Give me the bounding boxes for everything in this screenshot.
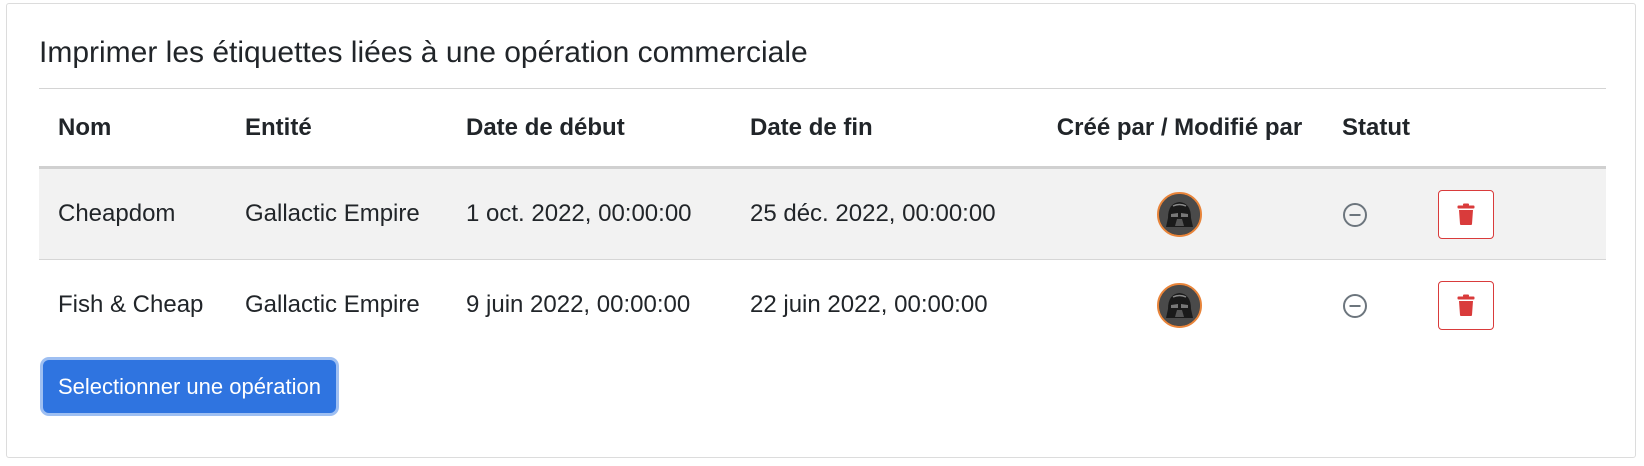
column-header-creator: Créé par / Modifié par: [1025, 89, 1334, 169]
trash-icon: [1457, 294, 1475, 316]
cell-status: [1334, 167, 1438, 260]
cell-actions: [1438, 260, 1606, 351]
operations-card: Imprimer les étiquettes liées à une opér…: [6, 3, 1636, 458]
minus-circle-icon: [1342, 293, 1368, 319]
cell-creator: [1025, 260, 1334, 351]
cell-name: Fish & Cheap: [58, 291, 204, 318]
cell-start-date: 1 oct. 2022, 00:00:00: [447, 167, 731, 260]
select-operation-button[interactable]: Selectionner une opération: [43, 360, 336, 413]
column-header-start-date: Date de début: [447, 89, 731, 169]
column-header-status: Statut: [1334, 89, 1438, 169]
table-header-row: Nom Entité Date de début Date de fin Cré…: [39, 89, 1606, 169]
table-row[interactable]: Cheapdom Gallactic Empire 1 oct. 2022, 0…: [39, 167, 1606, 260]
avatar[interactable]: [1157, 282, 1202, 328]
cell-status: [1334, 260, 1438, 351]
trash-icon: [1457, 203, 1475, 225]
cell-end-date: 25 déc. 2022, 00:00:00: [731, 167, 1025, 260]
cell-start-date: 9 juin 2022, 00:00:00: [466, 291, 691, 318]
cell-entity: Gallactic Empire: [245, 291, 420, 318]
avatar[interactable]: [1157, 191, 1202, 237]
operations-table: Nom Entité Date de début Date de fin Cré…: [39, 89, 1606, 350]
cell-creator: [1025, 167, 1334, 260]
column-header-actions: [1438, 89, 1606, 169]
cell-actions: [1438, 167, 1606, 260]
column-header-end-date: Date de fin: [731, 89, 1025, 169]
cell-entity: Gallactic Empire: [226, 167, 447, 260]
cell-end-date: 22 juin 2022, 00:00:00: [750, 291, 988, 318]
card-title: Imprimer les étiquettes liées à une opér…: [39, 36, 808, 69]
column-header-entity: Entité: [226, 89, 447, 169]
cell-name: Cheapdom: [39, 167, 226, 260]
minus-circle-icon: [1342, 202, 1368, 228]
delete-button[interactable]: [1438, 280, 1494, 330]
column-header-name: Nom: [39, 89, 226, 169]
delete-button[interactable]: [1438, 189, 1494, 239]
table-row[interactable]: Fish & Cheap Gallactic Empire 9 juin 202…: [39, 260, 1606, 351]
